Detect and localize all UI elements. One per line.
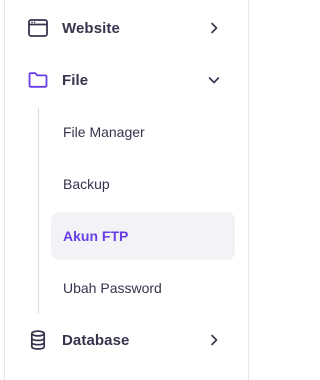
sidebar-right-border — [248, 0, 249, 380]
database-icon — [27, 329, 49, 351]
sidebar-subitem-label: Ubah Password — [63, 280, 162, 296]
chevron-right-icon — [206, 20, 222, 36]
sidebar: Website File File Manager Backup Akun FT… — [0, 0, 249, 380]
submenu-tree-line — [38, 108, 39, 314]
sidebar-subitem-akun-ftp[interactable]: Akun FTP — [51, 212, 235, 260]
folder-icon — [27, 69, 49, 91]
sidebar-subitem-label: Backup — [63, 176, 110, 192]
sidebar-subitem-ubah-password[interactable]: Ubah Password — [51, 264, 235, 312]
sidebar-subitem-label: Akun FTP — [63, 228, 129, 244]
browser-window-icon — [27, 17, 49, 39]
sidebar-subitem-file-manager[interactable]: File Manager — [51, 108, 235, 156]
sidebar-item-website[interactable]: Website — [12, 4, 236, 52]
chevron-right-icon — [206, 332, 222, 348]
sidebar-item-label: Website — [62, 19, 120, 37]
sidebar-subitem-backup[interactable]: Backup — [51, 160, 235, 208]
chevron-down-icon — [206, 72, 222, 88]
sidebar-item-label: Database — [62, 331, 130, 349]
sidebar-subitem-label: File Manager — [63, 124, 145, 140]
sidebar-item-database[interactable]: Database — [12, 316, 236, 364]
sidebar-left-border — [4, 0, 5, 380]
sidebar-item-label: File — [62, 71, 89, 89]
sidebar-item-file[interactable]: File — [12, 56, 236, 104]
